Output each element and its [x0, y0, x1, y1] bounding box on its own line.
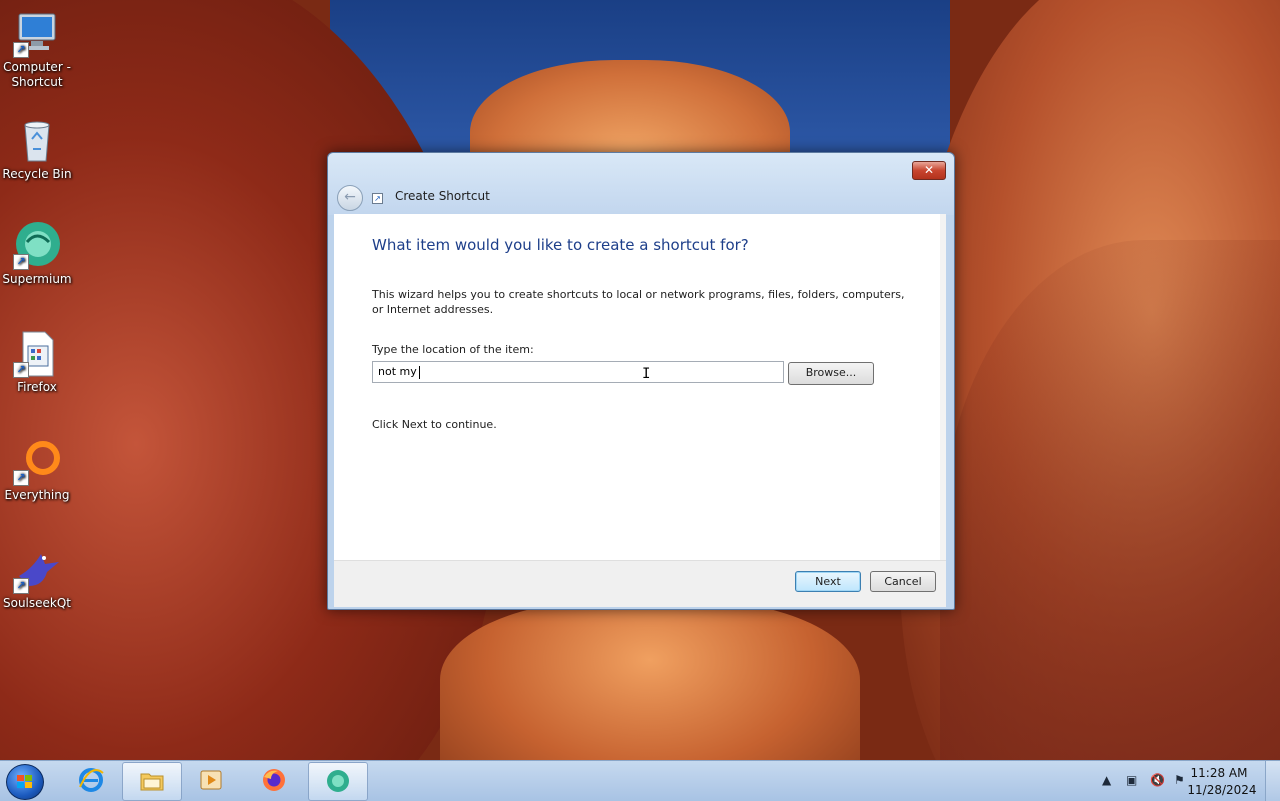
- soulseek-bird-icon: ↗: [13, 546, 61, 594]
- everything-icon: ↗: [13, 438, 61, 486]
- close-button[interactable]: ✕: [912, 161, 946, 180]
- dialog-titlebar[interactable]: ✕ ← ↗ Create Shortcut: [328, 153, 954, 215]
- cancel-button[interactable]: Cancel: [870, 571, 936, 592]
- show-hidden-icons-arrow-icon[interactable]: ▲: [1102, 773, 1111, 787]
- firefox-icon: [263, 769, 285, 791]
- dialog-title: Create Shortcut: [395, 189, 490, 203]
- shortcut-arrow-icon: ↗: [13, 362, 29, 378]
- wizard-content: What item would you like to create a sho…: [334, 214, 946, 560]
- desktop-icon-label: Everything: [4, 488, 70, 502]
- location-input-value: not my: [378, 365, 417, 378]
- taskbar-firefox[interactable]: [245, 762, 303, 799]
- desktop-icon-label: Recycle Bin: [2, 167, 72, 181]
- supermium-icon: ↗: [13, 222, 61, 270]
- network-icon[interactable]: ▣: [1126, 773, 1137, 787]
- taskbar: ▲ ▣ 🔇 ⚑ 11:28 AM 11/28/2024: [0, 760, 1280, 801]
- continue-hint: Click Next to continue.: [372, 418, 497, 431]
- desktop-icon-firefox[interactable]: ↗ Firefox: [0, 330, 74, 395]
- taskbar-internet-explorer[interactable]: [62, 762, 120, 799]
- ibeam-cursor-icon: I: [642, 366, 651, 382]
- content-scrollbar[interactable]: [940, 214, 946, 560]
- location-input[interactable]: not my: [372, 361, 784, 383]
- wizard-description: This wizard helps you to create shortcut…: [372, 288, 905, 316]
- desktop-icon-supermium[interactable]: ↗ Supermium: [0, 222, 74, 287]
- back-arrow-icon[interactable]: ←: [337, 185, 363, 211]
- browse-button[interactable]: Browse...: [788, 362, 874, 385]
- desktop-icon-label: Supermium: [2, 272, 72, 286]
- shortcut-arrow-icon: ↗: [13, 254, 29, 270]
- desktop-icon-recycle-bin[interactable]: Recycle Bin: [0, 117, 74, 182]
- supermium-icon: [327, 770, 349, 792]
- location-label: Type the location of the item:: [372, 343, 534, 356]
- text-caret: [418, 365, 420, 379]
- desktop-icon-everything[interactable]: ↗ Everything: [0, 438, 74, 503]
- clock-time[interactable]: 11:28 AM: [1184, 766, 1254, 780]
- shortcut-wizard-icon: ↗: [372, 193, 383, 204]
- next-button[interactable]: Next: [795, 571, 861, 592]
- recycle-bin-icon: [13, 117, 61, 165]
- taskbar-media-player[interactable]: [182, 762, 240, 799]
- shortcut-arrow-icon: ↗: [13, 470, 29, 486]
- media-player-icon: [200, 770, 222, 790]
- show-desktop-button[interactable]: [1265, 761, 1280, 801]
- volume-muted-icon[interactable]: 🔇: [1150, 773, 1165, 787]
- taskbar-file-explorer[interactable]: [122, 762, 182, 801]
- desktop-icon-soulseekqt[interactable]: ↗ SoulseekQt: [0, 546, 74, 611]
- desktop-icon-label: SoulseekQt: [2, 596, 71, 610]
- system-tray: ▲ ▣ 🔇 ⚑ 11:28 AM 11/28/2024: [1090, 761, 1280, 801]
- ie-icon: [79, 768, 104, 792]
- windows-logo-icon: [17, 775, 33, 789]
- shortcut-arrow-icon: ↗: [13, 578, 29, 594]
- document-icon: ↗: [13, 330, 61, 378]
- start-button[interactable]: [6, 764, 44, 800]
- desktop-icon-computer[interactable]: ↗ Computer - Shortcut: [0, 10, 74, 90]
- desktop-icon-label: Firefox: [17, 380, 57, 394]
- taskbar-supermium[interactable]: [308, 762, 368, 801]
- folder-icon: [140, 773, 164, 791]
- create-shortcut-dialog: ✕ ← ↗ Create Shortcut What item would yo…: [327, 152, 955, 610]
- clock-date[interactable]: 11/28/2024: [1184, 783, 1260, 797]
- shortcut-arrow-icon: ↗: [13, 42, 29, 58]
- computer-icon: ↗: [13, 10, 61, 58]
- desktop-icon-label: Computer - Shortcut: [3, 60, 71, 89]
- dialog-footer: Next Cancel: [334, 560, 946, 607]
- wizard-heading: What item would you like to create a sho…: [372, 236, 749, 254]
